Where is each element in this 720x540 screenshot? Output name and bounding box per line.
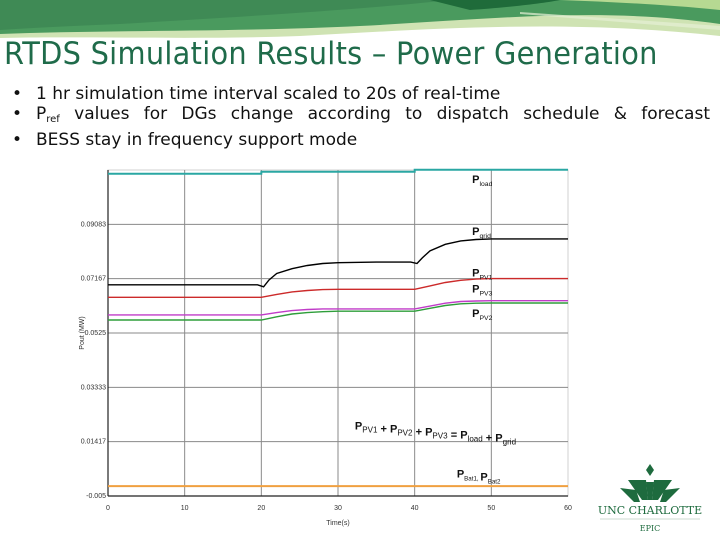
y-tick-label: 0.01417 <box>81 439 106 446</box>
annotation-main: P <box>460 429 467 441</box>
annotation-subscript: PV3 <box>480 290 493 297</box>
annotation-main: P <box>480 472 487 484</box>
x-tick-label: 30 <box>334 505 342 512</box>
annotation-main: P <box>457 469 464 481</box>
crown-icon <box>620 464 680 502</box>
y-tick-label: 0.03333 <box>81 384 106 391</box>
annotation-main: P <box>495 432 502 444</box>
unc-charlotte-logo: UNC CHARLOTTE EPIC <box>598 464 702 533</box>
annotation-main: P <box>472 283 479 295</box>
annotation-subscript: load <box>480 181 493 188</box>
annotation-subscript: grid <box>503 437 516 446</box>
annotation-subscript: PV2 <box>480 315 493 322</box>
annotation-subscript: PV2 <box>397 428 413 437</box>
y-tick-label: 0.07167 <box>81 276 106 283</box>
annotation-subscript: PV1 <box>362 425 378 434</box>
x-tick-label: 20 <box>257 505 265 512</box>
grid-layer <box>107 169 569 497</box>
annotation-main: P <box>472 308 479 320</box>
x-axis-label: Time(s) <box>326 520 349 527</box>
annotation-subscript: load <box>468 434 483 443</box>
x-tick-label: 50 <box>487 505 495 512</box>
x-tick-label: 60 <box>564 505 572 512</box>
annotation-main: P <box>472 174 479 186</box>
x-tick-label: 10 <box>181 505 189 512</box>
annotation-subscript: Bat1, <box>464 476 480 483</box>
annotation-main: P <box>390 423 397 435</box>
annotation-operator: + <box>483 432 496 444</box>
annotation-main: P <box>355 420 362 432</box>
y-axis-label: Pout (MW) <box>79 316 86 349</box>
annotation-operator: + <box>413 426 426 438</box>
x-tick-label: 0 <box>106 505 110 512</box>
annotation-main: P <box>425 426 432 438</box>
y-tick-label: 0.09083 <box>81 221 106 228</box>
y-tick-label: 0.0525 <box>85 330 107 337</box>
y-tick-label: -0.005 <box>86 493 106 500</box>
annotation-subscript: PV3 <box>432 431 448 440</box>
power-generation-chart: 0 10 20 30 40 50 60 -0.005 0.01417 0.03333 0.0525 0… <box>79 168 572 527</box>
x-tick-label: 40 <box>411 505 419 512</box>
annotation-operator: + <box>377 423 390 435</box>
annotation-main: P <box>472 226 479 238</box>
logo-name: UNC CHARLOTTE <box>598 504 702 517</box>
annotation-main: P <box>472 268 479 280</box>
annotation-subscript: Bat2 <box>488 479 501 486</box>
annotation-subscript: grid <box>480 233 492 240</box>
annotation-operator: = <box>448 429 461 441</box>
annotation-subscript: PV1 <box>480 275 493 282</box>
logo-sub: EPIC <box>640 524 661 533</box>
